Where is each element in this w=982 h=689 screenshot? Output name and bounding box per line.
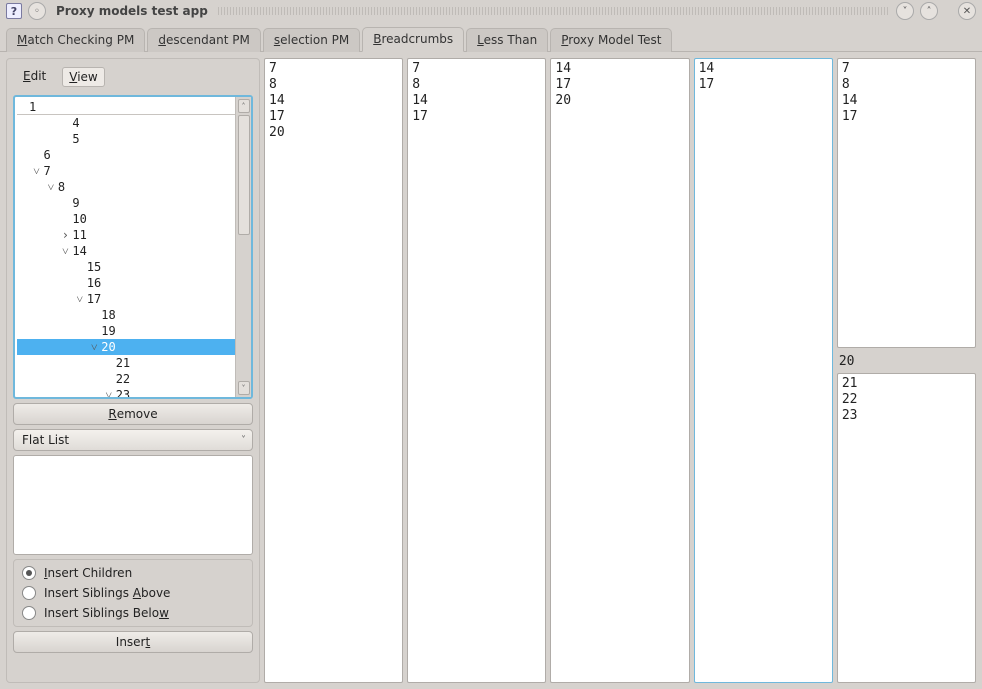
expander-open-icon[interactable] [60, 243, 70, 259]
expander-open-icon[interactable] [104, 387, 114, 397]
insert-text-area[interactable] [13, 455, 253, 555]
expander-open-icon[interactable] [75, 291, 85, 307]
tree-node-label: 4 [70, 115, 81, 131]
col-2: 7 8 14 17 [407, 58, 546, 683]
remove-button[interactable]: Remove [13, 403, 253, 425]
insert-mode-group: Insert Children Insert Siblings Above In… [13, 559, 253, 627]
tree-row[interactable]: 11 [17, 227, 235, 243]
expander-open-icon[interactable] [31, 163, 41, 179]
tree-node-label: 6 [41, 147, 52, 163]
tree-node-label: 18 [99, 307, 117, 323]
radio-insert-siblings-above[interactable]: Insert Siblings Above [22, 586, 244, 600]
tree-view[interactable]: 1 4 5 6 7 8 9 10 11 14 15 16 17 18 19 20… [13, 95, 253, 399]
tab-match-checking[interactable]: Match Checking PM [6, 28, 145, 52]
menubar: Edit View [13, 65, 253, 91]
tree-node-label: 17 [85, 291, 103, 307]
tab-breadcrumbs[interactable]: Breadcrumbs [362, 27, 464, 52]
col-3: 14 17 20 [550, 58, 689, 683]
radio-indicator [22, 606, 36, 620]
col-5: 7 8 14 17 20 21 22 23 [837, 58, 976, 683]
tree-row[interactable]: 6 [17, 147, 235, 163]
tree-node-label: 15 [85, 259, 103, 275]
tree-node-label: 1 [27, 99, 38, 115]
tab-bar: Match Checking PMdescendant PMselection … [0, 22, 982, 52]
window-title: Proxy models test app [52, 4, 212, 18]
breadcrumb-columns: 7 8 14 17 20 7 8 14 17 14 17 20 14 17 7 … [264, 58, 976, 683]
listbox-2[interactable]: 7 8 14 17 [407, 58, 546, 683]
window-shade-down-button[interactable]: ˅ [896, 2, 914, 20]
tree-node-label: 9 [70, 195, 81, 211]
tree-row[interactable]: 20 [17, 339, 235, 355]
tree-row[interactable]: 4 [17, 115, 235, 131]
tree-node-label: 21 [114, 355, 132, 371]
tree-node-label: 22 [114, 371, 132, 387]
tree-row[interactable]: 7 [17, 163, 235, 179]
tree-row[interactable]: 17 [17, 291, 235, 307]
radio-insert-children[interactable]: Insert Children [22, 566, 244, 580]
tab-descendant[interactable]: descendant PM [147, 28, 261, 52]
titlebar: ? ◦ Proxy models test app ˅ ˄ ✕ [0, 0, 982, 22]
tree-row[interactable]: 10 [17, 211, 235, 227]
tab-selection[interactable]: selection PM [263, 28, 360, 52]
tree-row[interactable]: 9 [17, 195, 235, 211]
tree-node-label: 23 [114, 387, 132, 397]
listbox-5-top[interactable]: 7 8 14 17 [837, 58, 976, 348]
expander-open-icon[interactable] [89, 339, 99, 355]
tree-node-label: 20 [99, 339, 117, 355]
tab-less-than[interactable]: Less Than [466, 28, 548, 52]
radio-indicator [22, 586, 36, 600]
app-icon: ? [6, 3, 22, 19]
scroll-up-button[interactable]: ˄ [238, 99, 250, 113]
tree-row[interactable]: 22 [17, 371, 235, 387]
insert-button[interactable]: Insert [13, 631, 253, 653]
tree-scroll-area[interactable]: 1 4 5 6 7 8 9 10 11 14 15 16 17 18 19 20… [15, 97, 235, 397]
tree-node-label: 5 [70, 131, 81, 147]
combo-value: Flat List [22, 433, 69, 447]
tree-row[interactable]: 18 [17, 307, 235, 323]
listbox-1[interactable]: 7 8 14 17 20 [264, 58, 403, 683]
listbox-5-bottom[interactable]: 21 22 23 [837, 373, 976, 683]
col-1: 7 8 14 17 20 [264, 58, 403, 683]
menu-edit[interactable]: Edit [17, 67, 52, 87]
col-5-separator-label: 20 [837, 352, 976, 369]
tree-scrollbar[interactable]: ˄ ˅ [235, 97, 251, 397]
tree-node-label: 16 [85, 275, 103, 291]
tree-row[interactable]: 21 [17, 355, 235, 371]
tree-node-label: 19 [99, 323, 117, 339]
tree-node-label: 14 [70, 243, 88, 259]
tree-node-label: 10 [70, 211, 88, 227]
tree-row[interactable]: 1 [17, 99, 235, 115]
tree-node-label: 8 [56, 179, 67, 195]
left-panel: Edit View 1 4 5 6 7 8 9 10 11 14 15 16 1… [6, 58, 260, 683]
tree-row[interactable]: 15 [17, 259, 235, 275]
content-area: Edit View 1 4 5 6 7 8 9 10 11 14 15 16 1… [0, 52, 982, 689]
scroll-track[interactable] [238, 115, 250, 379]
titlebar-texture [218, 7, 890, 15]
tree-row[interactable]: 5 [17, 131, 235, 147]
expander-open-icon[interactable] [46, 179, 56, 195]
radio-indicator [22, 566, 36, 580]
listbox-4[interactable]: 14 17 [694, 58, 833, 683]
window-close-button[interactable]: ✕ [958, 2, 976, 20]
chevron-down-icon: ˅ [241, 435, 246, 446]
tree-row[interactable]: 23 [17, 387, 235, 397]
tab-proxy-model-test[interactable]: Proxy Model Test [550, 28, 672, 52]
tree-node-label: 11 [70, 227, 88, 243]
listbox-3[interactable]: 14 17 20 [550, 58, 689, 683]
scroll-thumb[interactable] [238, 115, 250, 235]
window-menu-button[interactable]: ◦ [28, 2, 46, 20]
tree-row[interactable]: 19 [17, 323, 235, 339]
expander-closed-icon[interactable] [60, 227, 70, 243]
tree-row[interactable]: 8 [17, 179, 235, 195]
menu-view[interactable]: View [62, 67, 104, 87]
window-shade-up-button[interactable]: ˄ [920, 2, 938, 20]
list-mode-combo[interactable]: Flat List ˅ [13, 429, 253, 451]
col-4: 14 17 [694, 58, 833, 683]
radio-insert-siblings-below[interactable]: Insert Siblings Below [22, 606, 244, 620]
tree-node-label: 7 [41, 163, 52, 179]
tree-row[interactable]: 14 [17, 243, 235, 259]
tree-row[interactable]: 16 [17, 275, 235, 291]
scroll-down-button[interactable]: ˅ [238, 381, 250, 395]
